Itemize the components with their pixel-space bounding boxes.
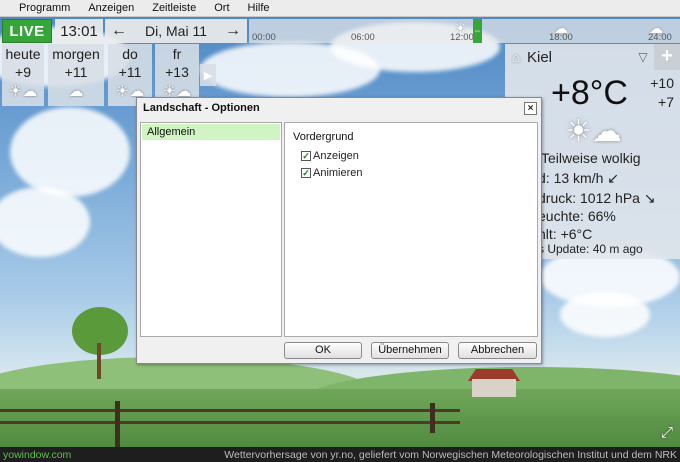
live-button[interactable]: LIVE (2, 19, 52, 43)
credit-text: Wettervorhersage von yr.no, geliefert vo… (224, 448, 677, 461)
forecast-day-temp: +13 (165, 64, 189, 80)
brand-link[interactable]: yowindow.com (3, 449, 71, 461)
humidity-text: euchte: 66% (538, 208, 616, 224)
condition-text: Teilweise wolkig (541, 150, 641, 166)
pressure-text: druck: 1012 hPa ↘ (538, 190, 656, 206)
barn (472, 379, 516, 397)
cloud-icon: ☁ (68, 83, 84, 100)
wind-text: d: 13 km/h ↙ (538, 170, 619, 186)
checkbox-label: Anzeigen (313, 149, 359, 162)
options-panel: Vordergrund ✓ Anzeigen ✓ Animieren (284, 122, 538, 337)
menu-zeitleiste[interactable]: Zeitleiste (143, 2, 205, 14)
cloud-icon: ☁ (649, 20, 663, 36)
sun-cloud-icon: ☀ (454, 20, 467, 36)
timeline-tick: 06:00 (351, 32, 375, 43)
sun-cloud-icon: ☀☁ (8, 83, 38, 100)
next-day-arrow-icon[interactable]: → (223, 22, 243, 40)
category-allgemein[interactable]: Allgemein (142, 124, 280, 140)
current-temperature: +8°C (551, 74, 628, 112)
forecast-day-temp: +11 (118, 64, 142, 80)
timeline-bar[interactable]: 00:00 06:00 12:00 18:00 24:00 ☀ ☁ ☁ ⇔ (249, 19, 680, 43)
chevron-down-icon[interactable]: ▽ (632, 50, 654, 64)
date-navigator: ← Di, Mai 11 → (105, 19, 247, 43)
checkbox-anzeigen[interactable]: ✓ (301, 150, 311, 161)
current-date: Di, Mai 11 (145, 23, 207, 39)
checkbox-animieren[interactable]: ✓ (301, 167, 311, 178)
meadow (0, 389, 680, 447)
cloud-icon: ☁ (554, 20, 568, 36)
fence-rail (0, 409, 460, 412)
last-update-text: s Update: 40 m ago (538, 242, 643, 256)
category-list: Allgemein (140, 122, 282, 337)
cloud (0, 187, 90, 257)
cloud (560, 292, 650, 337)
home-icon[interactable]: ⌂ (505, 49, 527, 65)
ok-button[interactable]: OK (284, 342, 362, 359)
menu-anzeigen[interactable]: Anzeigen (79, 2, 143, 14)
forecast-day-temp: +9 (15, 64, 31, 80)
close-icon[interactable]: × (524, 102, 537, 115)
cancel-button[interactable]: Abbrechen (458, 342, 537, 359)
fence-rail (0, 421, 460, 424)
current-time: 13:01 (55, 19, 103, 43)
low-temp: +7 (658, 94, 674, 110)
forecast-day-morgen[interactable]: morgen +11 ☁ (48, 44, 104, 106)
menu-bar: Programm Anzeigen Zeitleiste Ort Hilfe (0, 0, 680, 17)
menu-programm[interactable]: Programm (10, 2, 79, 14)
tree-trunk (97, 343, 101, 379)
sun-cloud-icon: ☀☁ (565, 115, 622, 148)
cloud (10, 107, 130, 197)
dialog-title: Landschaft - Optionen (143, 102, 260, 114)
status-bar: yowindow.com Wettervorhersage von yr.no,… (0, 447, 680, 462)
forecast-day-name: do (122, 46, 138, 62)
timeline-tick: 00:00 (252, 32, 276, 43)
timeline-now-handle[interactable]: ⇔ (473, 19, 482, 43)
fence-post (115, 401, 120, 447)
menu-ort[interactable]: Ort (205, 2, 238, 14)
option-anzeigen[interactable]: ✓ Anzeigen (301, 147, 529, 164)
forecast-day-name: heute (5, 46, 41, 62)
prev-day-arrow-icon[interactable]: ← (109, 22, 129, 40)
fullscreen-icon[interactable]: ⤢ (658, 424, 676, 442)
forecast-day-heute[interactable]: heute +9 ☀☁ (2, 44, 44, 106)
group-label: Vordergrund (293, 131, 354, 143)
checkbox-label: Animieren (313, 166, 363, 179)
forecast-more-arrow-icon[interactable]: ▶ (200, 64, 216, 86)
city-selector[interactable]: ⌂ Kiel ▽ + (505, 44, 680, 70)
high-low: +10 +7 (650, 74, 674, 112)
menu-hilfe[interactable]: Hilfe (239, 2, 279, 14)
high-temp: +10 (650, 75, 674, 91)
forecast-day-temp: +11 (64, 64, 88, 80)
landscape-options-dialog: Landschaft - Optionen × Allgemein Vorder… (136, 97, 542, 364)
city-name[interactable]: Kiel (527, 49, 632, 66)
option-animieren[interactable]: ✓ Animieren (301, 164, 529, 181)
feels-like-text: hlt: +6°C (538, 226, 593, 242)
apply-button[interactable]: Übernehmen (371, 342, 449, 359)
fence-post (430, 403, 435, 433)
forecast-day-name: morgen (52, 46, 100, 62)
add-location-button[interactable]: + (654, 44, 680, 70)
forecast-day-name: fr (172, 46, 182, 62)
